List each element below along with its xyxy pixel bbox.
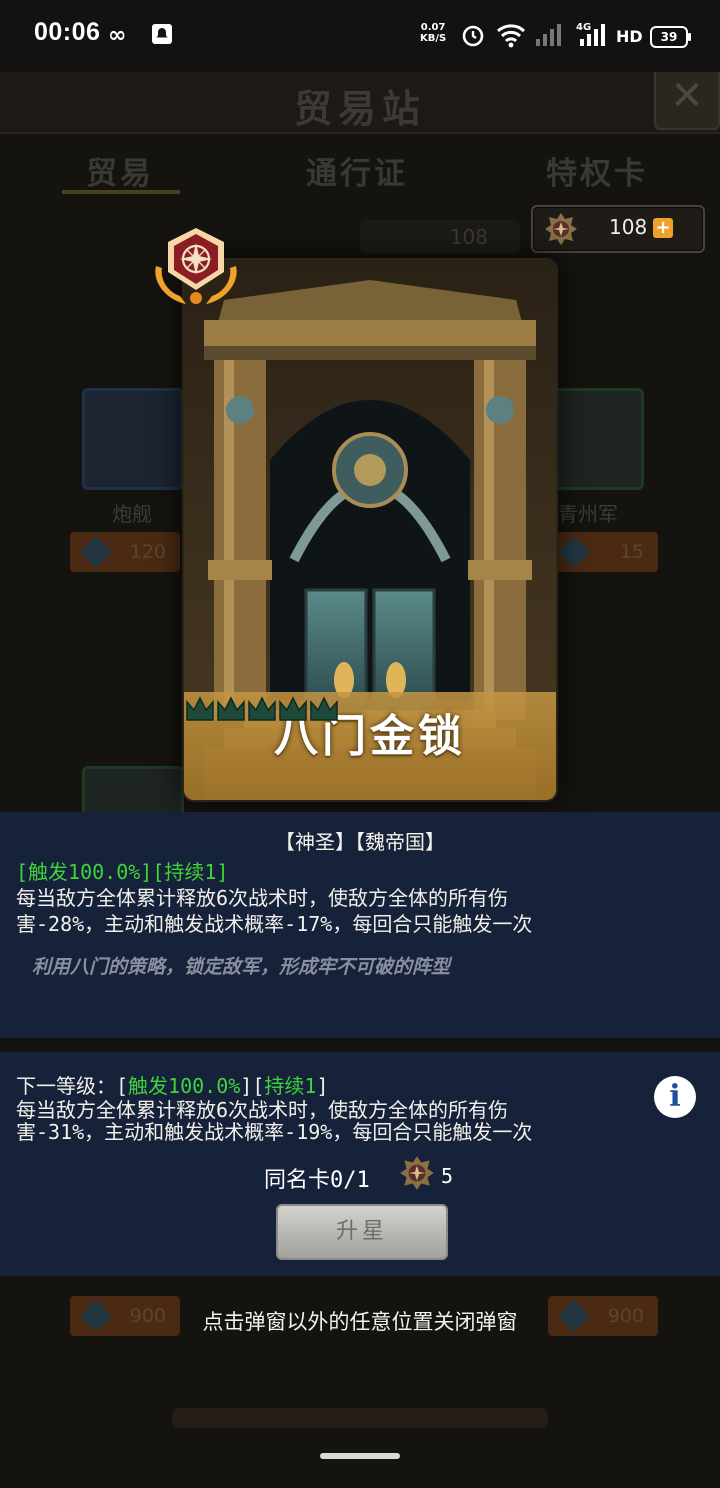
- next-level-desc-line2: 害-31%，主动和触发战术概率-19%，每回合只能触发一次: [16, 1120, 533, 1144]
- skill-trigger: [触发100.0%][持续1]: [16, 860, 229, 884]
- status-bar: 00:06 ∞ 0.07 KB/S 4G HD 39: [0, 0, 720, 72]
- add-currency-button[interactable]: +: [653, 218, 673, 238]
- background-item-price[interactable]: 120: [70, 532, 180, 572]
- upgrade-cost: 5: [441, 1164, 454, 1188]
- net-speed: 0.07 KB/S: [420, 22, 446, 44]
- background-item-price-value: 15: [619, 541, 644, 563]
- card-nameplate: 八门金锁: [184, 692, 556, 800]
- emblem-icon: [400, 1156, 434, 1190]
- duplicate-card-count: 同名卡0/1: [264, 1168, 370, 1193]
- background-item-price[interactable]: 15: [548, 532, 658, 572]
- skill-tags: 【神圣】【魏帝国】: [275, 830, 445, 854]
- gem-icon: [558, 536, 590, 568]
- signal-icon-sim2: [578, 22, 608, 56]
- skill-flavor-text: 利用八门的策略，锁定敌军，形成牢不可破的阵型: [32, 956, 451, 978]
- infinity-icon: ∞: [108, 23, 127, 48]
- hd-icon: HD: [616, 27, 643, 46]
- gesture-nav-bar[interactable]: [320, 1453, 400, 1459]
- close-hint: 点击弹窗以外的任意位置关闭弹窗: [202, 1310, 518, 1334]
- emblem-icon: [545, 213, 577, 245]
- gem-icon: [80, 536, 112, 568]
- card-artwork: 八门金锁: [182, 258, 558, 802]
- background-item-card[interactable]: [82, 388, 184, 490]
- wifi-icon: [496, 22, 526, 56]
- background-title: 贸易站: [293, 87, 426, 131]
- background-header: 贸易站 ✕: [0, 64, 720, 134]
- star-crowns-icon: [186, 696, 338, 721]
- skill-detail-panel: 【神圣】【魏帝国】 [触发100.0%][持续1] 每当敌方全体累计释放6次战术…: [0, 812, 720, 1038]
- battery-icon: 39: [650, 26, 691, 48]
- background-item-price-value: 120: [129, 541, 166, 563]
- alarm-icon: [460, 22, 486, 56]
- close-icon[interactable]: ✕: [654, 64, 720, 130]
- tab-privilege[interactable]: 特权卡: [546, 148, 648, 193]
- skill-desc-line1: 每当敌方全体累计释放6次战术时，使敌方全体的所有伤: [16, 886, 509, 910]
- tab-underline: [62, 190, 180, 194]
- net-speed-value: 0.07: [420, 22, 446, 33]
- net-speed-unit: KB/S: [420, 33, 447, 44]
- notification-icon: [150, 22, 174, 54]
- tab-pass[interactable]: 通行证: [306, 148, 408, 193]
- background-item-name: 炮舰: [112, 502, 152, 526]
- rank-badge-icon: [155, 228, 237, 304]
- currency-display: 108 +: [531, 205, 705, 253]
- signal-icon-sim1: [534, 22, 564, 56]
- upgrade-star-button[interactable]: 升星: [276, 1204, 448, 1260]
- currency-amount: 108: [609, 215, 648, 239]
- skill-desc-line2: 害-28%，主动和触发战术概率-17%，每回合只能触发一次: [16, 912, 533, 936]
- tab-trade[interactable]: 贸易: [86, 148, 154, 193]
- info-icon[interactable]: i: [654, 1076, 696, 1118]
- background-coin-bar: 108: [360, 220, 520, 254]
- background-scroll-bar: [172, 1408, 548, 1428]
- status-time: 00:06: [34, 18, 101, 46]
